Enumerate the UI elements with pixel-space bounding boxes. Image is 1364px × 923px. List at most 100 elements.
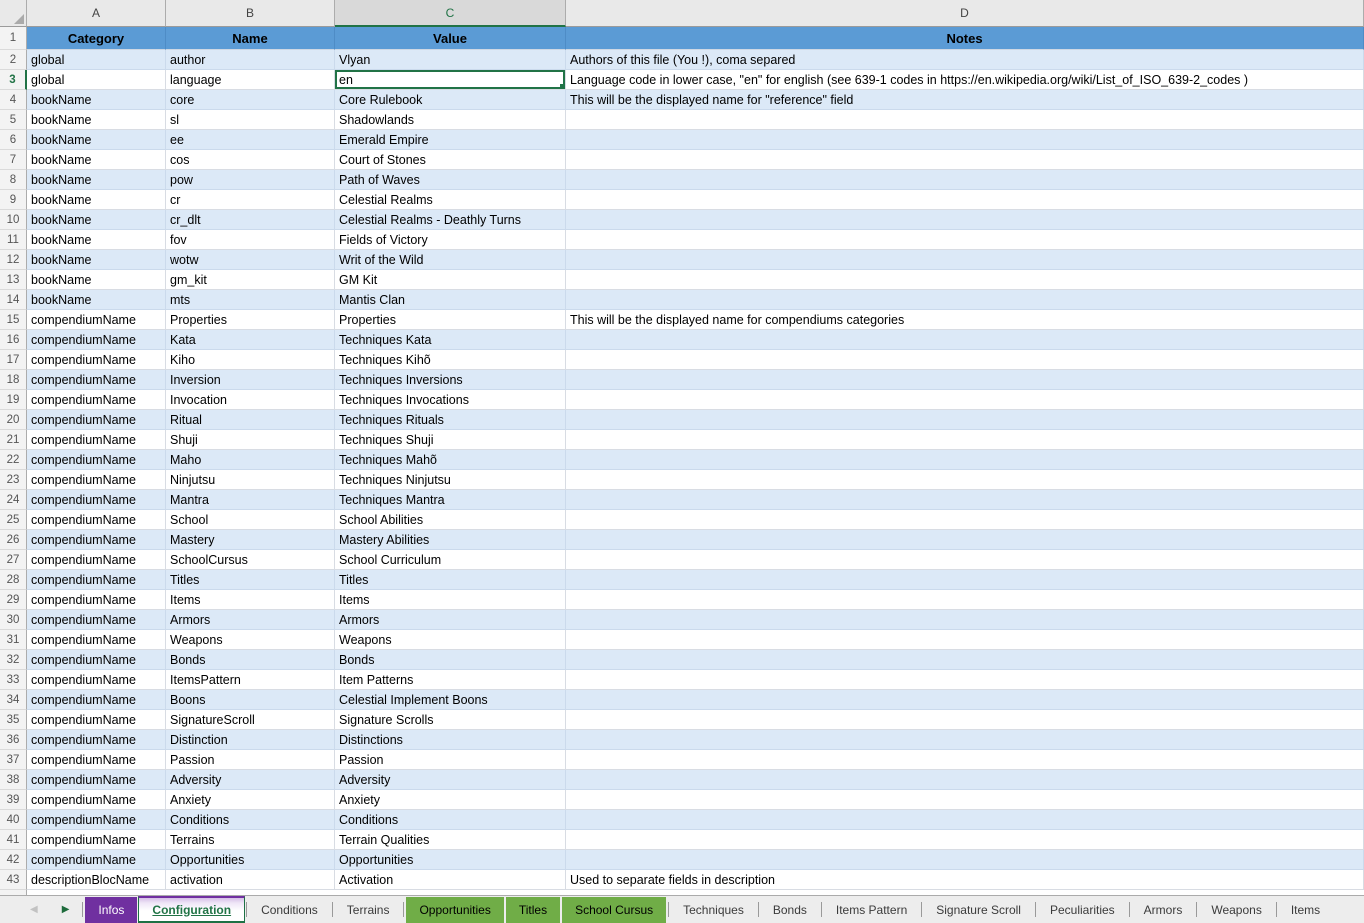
cell-D4[interactable]: This will be the displayed name for "ref… bbox=[566, 90, 1364, 110]
cell-D5[interactable] bbox=[566, 110, 1364, 130]
cell-A22[interactable]: compendiumName bbox=[27, 450, 166, 470]
cell-A29[interactable]: compendiumName bbox=[27, 590, 166, 610]
cell-D16[interactable] bbox=[566, 330, 1364, 350]
cell-B22[interactable]: Maho bbox=[166, 450, 335, 470]
cell-C11[interactable]: Fields of Victory bbox=[335, 230, 566, 250]
cell-D24[interactable] bbox=[566, 490, 1364, 510]
cell-A36[interactable]: compendiumName bbox=[27, 730, 166, 750]
sheet-tab-armors[interactable]: Armors bbox=[1131, 897, 1196, 923]
cell-B39[interactable]: Anxiety bbox=[166, 790, 335, 810]
cell-B41[interactable]: Terrains bbox=[166, 830, 335, 850]
cell-A17[interactable]: compendiumName bbox=[27, 350, 166, 370]
header-cell-notes[interactable]: Notes bbox=[566, 27, 1364, 50]
cell-D27[interactable] bbox=[566, 550, 1364, 570]
cell-A26[interactable]: compendiumName bbox=[27, 530, 166, 550]
cell-C6[interactable]: Emerald Empire bbox=[335, 130, 566, 150]
row-header-10[interactable]: 10 bbox=[0, 210, 27, 230]
cell-D32[interactable] bbox=[566, 650, 1364, 670]
cell-A30[interactable]: compendiumName bbox=[27, 610, 166, 630]
row-header-37[interactable]: 37 bbox=[0, 750, 27, 770]
cell-D15[interactable]: This will be the displayed name for comp… bbox=[566, 310, 1364, 330]
cell-C3[interactable]: en bbox=[335, 70, 566, 90]
row-header-25[interactable]: 25 bbox=[0, 510, 27, 530]
cell-D11[interactable] bbox=[566, 230, 1364, 250]
row-header-40[interactable]: 40 bbox=[0, 810, 27, 830]
sheet-tab-conditions[interactable]: Conditions bbox=[248, 897, 331, 923]
cell-D12[interactable] bbox=[566, 250, 1364, 270]
cell-C38[interactable]: Adversity bbox=[335, 770, 566, 790]
cell-D18[interactable] bbox=[566, 370, 1364, 390]
cell-A14[interactable]: bookName bbox=[27, 290, 166, 310]
row-header-29[interactable]: 29 bbox=[0, 590, 27, 610]
cell-B37[interactable]: Passion bbox=[166, 750, 335, 770]
cell-A32[interactable]: compendiumName bbox=[27, 650, 166, 670]
row-header-21[interactable]: 21 bbox=[0, 430, 27, 450]
cell-B36[interactable]: Distinction bbox=[166, 730, 335, 750]
cell-A4[interactable]: bookName bbox=[27, 90, 166, 110]
column-header-a[interactable]: A bbox=[27, 0, 166, 27]
row-header-41[interactable]: 41 bbox=[0, 830, 27, 850]
row-header-13[interactable]: 13 bbox=[0, 270, 27, 290]
cell-C39[interactable]: Anxiety bbox=[335, 790, 566, 810]
cell-A39[interactable]: compendiumName bbox=[27, 790, 166, 810]
cell-B43[interactable]: activation bbox=[166, 870, 335, 890]
row-header-43[interactable]: 43 bbox=[0, 870, 27, 890]
cell-A12[interactable]: bookName bbox=[27, 250, 166, 270]
cell-D22[interactable] bbox=[566, 450, 1364, 470]
row-header-17[interactable]: 17 bbox=[0, 350, 27, 370]
cell-B9[interactable]: cr bbox=[166, 190, 335, 210]
cell-A24[interactable]: compendiumName bbox=[27, 490, 166, 510]
row-header-8[interactable]: 8 bbox=[0, 170, 27, 190]
header-cell-category[interactable]: Category bbox=[27, 27, 166, 50]
row-header-9[interactable]: 9 bbox=[0, 190, 27, 210]
cell-A42[interactable]: compendiumName bbox=[27, 850, 166, 870]
tab-scroll-left-icon[interactable]: ◀ bbox=[30, 905, 38, 915]
row-header-20[interactable]: 20 bbox=[0, 410, 27, 430]
cell-B16[interactable]: Kata bbox=[166, 330, 335, 350]
sheet-tab-school-cursus[interactable]: School Cursus bbox=[562, 897, 666, 923]
cell-D9[interactable] bbox=[566, 190, 1364, 210]
sheet-tab-opportunities[interactable]: Opportunities bbox=[406, 897, 503, 923]
cell-B3[interactable]: language bbox=[166, 70, 335, 90]
sheet-tab-techniques[interactable]: Techniques bbox=[670, 897, 757, 923]
cell-A25[interactable]: compendiumName bbox=[27, 510, 166, 530]
cell-A21[interactable]: compendiumName bbox=[27, 430, 166, 450]
row-header-14[interactable]: 14 bbox=[0, 290, 27, 310]
cell-A6[interactable]: bookName bbox=[27, 130, 166, 150]
cell-B29[interactable]: Items bbox=[166, 590, 335, 610]
cell-B31[interactable]: Weapons bbox=[166, 630, 335, 650]
column-header-d[interactable]: D bbox=[566, 0, 1364, 27]
cell-B35[interactable]: SignatureScroll bbox=[166, 710, 335, 730]
cell-B13[interactable]: gm_kit bbox=[166, 270, 335, 290]
cell-D35[interactable] bbox=[566, 710, 1364, 730]
cell-B25[interactable]: School bbox=[166, 510, 335, 530]
column-header-b[interactable]: B bbox=[166, 0, 335, 27]
row-header-24[interactable]: 24 bbox=[0, 490, 27, 510]
cell-C12[interactable]: Writ of the Wild bbox=[335, 250, 566, 270]
cell-C36[interactable]: Distinctions bbox=[335, 730, 566, 750]
cell-C2[interactable]: Vlyan bbox=[335, 50, 566, 70]
cell-C18[interactable]: Techniques Inversions bbox=[335, 370, 566, 390]
cell-A28[interactable]: compendiumName bbox=[27, 570, 166, 590]
cell-C30[interactable]: Armors bbox=[335, 610, 566, 630]
cell-B27[interactable]: SchoolCursus bbox=[166, 550, 335, 570]
cell-A8[interactable]: bookName bbox=[27, 170, 166, 190]
cell-B10[interactable]: cr_dlt bbox=[166, 210, 335, 230]
row-header-1[interactable]: 1 bbox=[0, 27, 27, 50]
row-header-7[interactable]: 7 bbox=[0, 150, 27, 170]
cell-C9[interactable]: Celestial Realms bbox=[335, 190, 566, 210]
cell-C13[interactable]: GM Kit bbox=[335, 270, 566, 290]
cell-A31[interactable]: compendiumName bbox=[27, 630, 166, 650]
row-header-11[interactable]: 11 bbox=[0, 230, 27, 250]
cell-D42[interactable] bbox=[566, 850, 1364, 870]
cell-A13[interactable]: bookName bbox=[27, 270, 166, 290]
cell-A10[interactable]: bookName bbox=[27, 210, 166, 230]
cell-D17[interactable] bbox=[566, 350, 1364, 370]
cell-B19[interactable]: Invocation bbox=[166, 390, 335, 410]
row-header-19[interactable]: 19 bbox=[0, 390, 27, 410]
cell-A18[interactable]: compendiumName bbox=[27, 370, 166, 390]
cell-C8[interactable]: Path of Waves bbox=[335, 170, 566, 190]
cell-A5[interactable]: bookName bbox=[27, 110, 166, 130]
cell-C26[interactable]: Mastery Abilities bbox=[335, 530, 566, 550]
cell-B42[interactable]: Opportunities bbox=[166, 850, 335, 870]
